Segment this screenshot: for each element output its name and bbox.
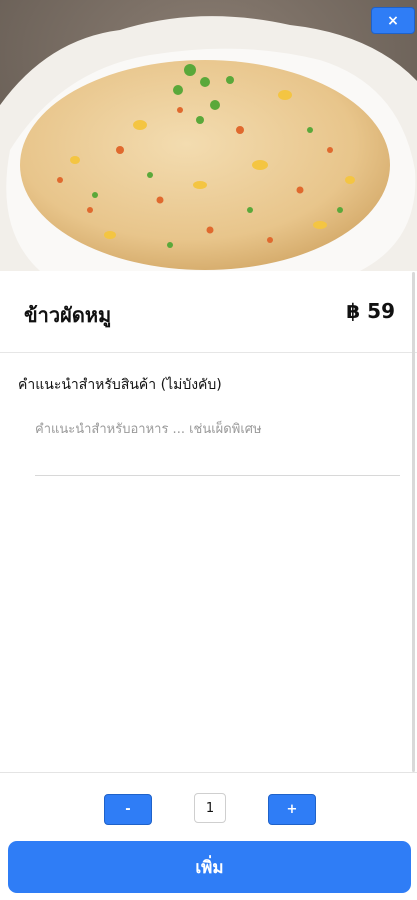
scrollbar[interactable] [412,272,415,772]
product-price: ฿ 59 [346,299,395,323]
food-image [0,0,417,271]
product-detail-modal: × ข้าวผัดหมู ฿ 59 คำแนะนำสำหรับสินค้า (ไ… [0,0,417,900]
close-button[interactable]: × [371,7,415,34]
note-label: คำแนะนำสำหรับสินค้า (ไม่บังคับ) [18,377,222,393]
product-header: ข้าวผัดหมู ฿ 59 [0,271,417,353]
increase-quantity-button[interactable]: + [268,794,316,825]
add-to-cart-button[interactable]: เพิ่ม [8,841,411,893]
order-bar: - 1 + เพิ่ม [0,772,417,900]
quantity-value[interactable]: 1 [194,793,226,823]
decrease-quantity-button[interactable]: - [104,794,152,825]
note-input[interactable] [35,410,400,476]
close-icon: × [387,12,399,29]
product-name: ข้าวผัดหมู [24,303,112,327]
